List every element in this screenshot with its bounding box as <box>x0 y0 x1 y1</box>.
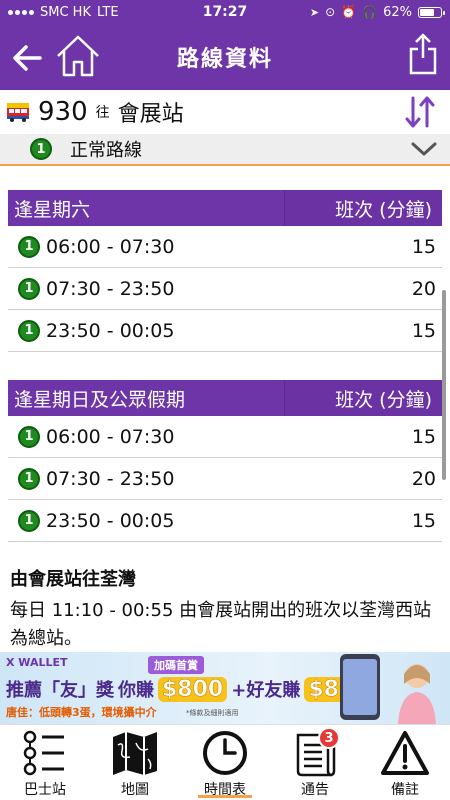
variant-badge: 1 <box>18 319 40 342</box>
status-left: SMC HK LTE <box>8 5 168 20</box>
variant-badge: 1 <box>18 425 40 448</box>
status-right: ➤ ⊙ ⏰ 🎧 62% <box>282 4 445 20</box>
notification-count-badge: 3 <box>318 727 340 749</box>
route-header: 930 往 會展站 <box>0 90 450 134</box>
route-variant-selector[interactable]: 1 正常路線 <box>0 134 450 166</box>
tab-timetable[interactable]: 時間表 <box>180 725 270 800</box>
tab-label: 備註 <box>391 782 419 798</box>
route-note: 由會展站往荃灣 每日 11:10 - 00:55 由會展站開出的班次以荃灣西站為… <box>10 565 440 653</box>
warning-icon <box>381 731 429 775</box>
network-label: LTE <box>96 4 119 20</box>
ad-amount-a: $800 <box>158 676 228 702</box>
time-range: 07:30 - 23:50 <box>46 467 175 490</box>
table-row: 1 23:50 - 00:05 15 <box>8 500 442 542</box>
time-range: 07:30 - 23:50 <box>46 277 175 300</box>
tab-notices[interactable]: 3 通告 <box>270 725 360 800</box>
ad-fineprint: *條款及細則適用 <box>186 709 239 717</box>
frequency-value: 20 <box>411 467 436 490</box>
time-range: 06:00 - 07:30 <box>46 235 175 258</box>
route-to-label: 往 <box>95 105 110 121</box>
period-label: 逢星期六 <box>14 198 91 221</box>
tab-bus-stops[interactable]: 巴士站 <box>0 725 90 800</box>
frequency-value: 15 <box>411 425 436 448</box>
battery-fill <box>420 8 434 16</box>
variant-badge: 1 <box>18 277 40 300</box>
variant-badge: 1 <box>30 138 52 160</box>
ad-subtext: 唐佳：低頭轉3蛋，環境攝中介 <box>6 706 157 719</box>
battery-icon <box>418 6 445 18</box>
frequency-header: 班次 (分鐘) <box>284 190 442 226</box>
timetable-saturday: 逢星期六 班次 (分鐘) 1 06:00 - 07:30 15 1 07:30 … <box>8 190 442 352</box>
tab-remarks[interactable]: 備註 <box>360 725 450 800</box>
ad-banner[interactable]: X WALLET 加碼首賞 推薦「友」獎 你賺 $800 +好友賺 $800 唐… <box>0 652 450 724</box>
tab-label: 通告 <box>301 782 329 798</box>
tab-label: 巴士站 <box>24 782 66 798</box>
location-icon: ➤ <box>309 5 320 19</box>
clock-icon <box>203 731 247 775</box>
phone-illustration <box>340 654 380 720</box>
swap-direction-icon[interactable] <box>402 94 438 130</box>
tab-label: 時間表 <box>204 782 246 798</box>
time-range: 23:50 - 00:05 <box>46 319 175 342</box>
status-time: 17:27 <box>202 4 248 20</box>
person-illustration <box>398 664 436 724</box>
note-body: 每日 11:10 - 00:55 由會展站開出的班次以荃灣西站為總站。 <box>10 600 432 649</box>
ad-text-a: 推薦「友」獎 <box>6 680 114 701</box>
timetable-header: 逢星期日及公眾假期 班次 (分鐘) <box>8 380 442 416</box>
variant-badge: 1 <box>18 509 40 532</box>
note-title: 由會展站往荃灣 <box>10 569 136 590</box>
table-row: 1 23:50 - 00:05 15 <box>8 310 442 352</box>
battery-percent: 62% <box>383 4 412 20</box>
share-icon[interactable] <box>408 32 438 76</box>
variant-label: 正常路線 <box>70 140 142 161</box>
ad-tag: 加碼首賞 <box>148 656 204 674</box>
frequency-value: 15 <box>411 509 436 532</box>
table-row: 1 06:00 - 07:30 15 <box>8 416 442 458</box>
signal-icon <box>8 9 34 15</box>
home-icon[interactable] <box>54 32 102 80</box>
route-number: 930 <box>38 97 88 127</box>
scrollbar[interactable] <box>442 290 446 480</box>
table-row: 1 07:30 - 23:50 20 <box>8 268 442 310</box>
ad-text-b: 你賺 <box>118 680 154 701</box>
ad-headline: 推薦「友」獎 你賺 $800 +好友賺 $800 <box>6 676 374 702</box>
back-arrow-icon[interactable] <box>10 40 46 76</box>
chevron-down-icon[interactable] <box>410 138 438 160</box>
nav-bar: 路線資料 <box>0 24 450 90</box>
ad-brand: X WALLET <box>6 656 68 669</box>
time-range: 23:50 - 00:05 <box>46 509 175 532</box>
tab-map[interactable]: 地圖 <box>90 725 180 800</box>
tab-label: 地圖 <box>121 782 149 798</box>
map-icon <box>113 732 157 775</box>
variant-badge: 1 <box>18 235 40 258</box>
frequency-value: 20 <box>411 277 436 300</box>
frequency-header: 班次 (分鐘) <box>284 380 442 416</box>
table-row: 1 07:30 - 23:50 20 <box>8 458 442 500</box>
headphones-icon: 🎧 <box>362 5 378 19</box>
period-label: 逢星期日及公眾假期 <box>14 388 186 411</box>
variant-badge: 1 <box>18 467 40 490</box>
timetable-sunday-holiday: 逢星期日及公眾假期 班次 (分鐘) 1 06:00 - 07:30 15 1 0… <box>8 380 442 542</box>
carrier-label: SMC HK <box>40 4 91 20</box>
timetable-header: 逢星期六 班次 (分鐘) <box>8 190 442 226</box>
lock-rotation-icon: ⊙ <box>325 5 336 19</box>
frequency-value: 15 <box>411 235 436 258</box>
bus-stop-list-icon <box>23 730 64 776</box>
ad-text-plus: +好友賺 <box>231 680 301 701</box>
bus-icon <box>7 103 29 122</box>
alarm-icon: ⏰ <box>341 5 357 19</box>
route-destination: 會展站 <box>117 102 184 127</box>
time-range: 06:00 - 07:30 <box>46 425 175 448</box>
table-row: 1 06:00 - 07:30 15 <box>8 226 442 268</box>
frequency-value: 15 <box>411 319 436 342</box>
status-bar: SMC HK LTE 17:27 ➤ ⊙ ⏰ 🎧 62% <box>0 0 450 24</box>
tab-bar: 巴士站 地圖 時間表 3 通告 備註 <box>0 724 450 800</box>
